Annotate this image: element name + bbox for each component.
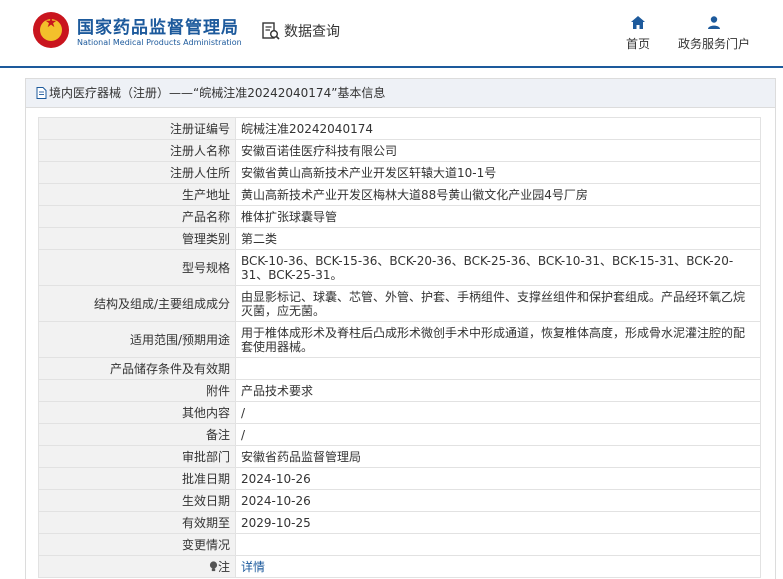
field-value: 产品技术要求 [235,379,761,402]
field-value: 皖械注准20242040174 [235,117,761,140]
field-value: 椎体扩张球囊导管 [235,205,761,228]
star-icon: ★ [44,15,58,31]
table-row: 型号规格 BCK-10-36、BCK-15-36、BCK-20-36、BCK-2… [38,249,761,286]
field-label: 其他内容 [38,401,236,424]
field-label: 管理类别 [38,227,236,250]
table-row: 生效日期 2024-10-26 [38,489,761,512]
field-label: 变更情况 [38,533,236,556]
nav-home[interactable]: 首页 [618,16,658,52]
header-divider [0,66,783,68]
table-row: 有效期至 2029-10-25 [38,511,761,534]
field-value [235,357,761,380]
table-row: 管理类别 第二类 [38,227,761,250]
table-row: 结构及组成/主要组成成分 由显影标记、球囊、芯管、外管、护套、手柄组件、支撑丝组… [38,285,761,322]
field-value: / [235,401,761,424]
field-value: 安徽百诺佳医疗科技有限公司 [235,139,761,162]
detail-panel: 境内医疗器械（注册）——“皖械注准20242040174”基本信息 注册证编号 … [25,78,776,579]
note-label-cell: 注 [38,555,236,578]
table-row: 附件 产品技术要求 [38,379,761,402]
org-name-en: National Medical Products Administration [77,38,242,47]
field-value [235,533,761,556]
site-header: ★ 国家药品监督管理局 National Medical Products Ad… [0,0,783,66]
table-row: 注册人名称 安徽百诺佳医疗科技有限公司 [38,139,761,162]
table-row: 产品名称 椎体扩张球囊导管 [38,205,761,228]
nav-gov-services-label: 政务服务门户 [677,37,750,51]
field-value: / [235,423,761,446]
home-icon [631,16,645,29]
table-row: 注册证编号 皖械注准20242040174 [38,117,761,140]
field-value: 2029-10-25 [235,511,761,534]
field-label: 生产地址 [38,183,236,206]
table-row: 备注 / [38,423,761,446]
field-label: 注册人住所 [38,161,236,184]
field-label: 产品名称 [38,205,236,228]
field-label: 生效日期 [38,489,236,512]
section-title: 数据查询 [284,24,340,40]
field-value: 安徽省药品监督管理局 [235,445,761,468]
field-value: 由显影标记、球囊、芯管、外管、护套、手柄组件、支撑丝组件和保护套组成。产品经环氧… [235,285,761,322]
table-row: 适用范围/预期用途 用于椎体成形术及脊柱后凸成形术微创手术中形成通道，恢复椎体高… [38,321,761,358]
table-row: 注 详情 [38,555,761,578]
table-row: 批准日期 2024-10-26 [38,467,761,490]
field-value: 安徽省黄山高新技术产业开发区轩辕大道10-1号 [235,161,761,184]
org-name-cn[interactable]: 国家药品监督管理局 [77,13,239,38]
table-row: 其他内容 / [38,401,761,424]
field-label: 有效期至 [38,511,236,534]
field-value: 第二类 [235,227,761,250]
table-row: 审批部门 安徽省药品监督管理局 [38,445,761,468]
panel-header: 境内医疗器械（注册）——“皖械注准20242040174”基本信息 [26,79,775,108]
table-row: 产品储存条件及有效期 [38,357,761,380]
field-label: 产品储存条件及有效期 [38,357,236,380]
document-icon [36,87,47,99]
table-row: 注册人住所 安徽省黄山高新技术产业开发区轩辕大道10-1号 [38,161,761,184]
field-label: 型号规格 [38,249,236,286]
breadcrumb: 境内医疗器械（注册）——“皖械注准20242040174”基本信息 [49,86,386,100]
field-label: 注册证编号 [38,117,236,140]
field-value: 2024-10-26 [235,489,761,512]
lightbulb-icon [209,560,218,571]
field-label: 注册人名称 [38,139,236,162]
field-label: 注 [217,559,230,574]
field-label: 适用范围/预期用途 [38,321,236,358]
nav-home-label: 首页 [625,37,650,51]
field-label: 结构及组成/主要组成成分 [38,285,236,322]
field-value: 2024-10-26 [235,467,761,490]
field-value: BCK-10-36、BCK-15-36、BCK-20-36、BCK-25-36、… [235,249,761,286]
field-value: 黄山高新技术产业开发区梅林大道88号黄山徽文化产业园4号厂房 [235,183,761,206]
field-label: 审批部门 [38,445,236,468]
field-value: 用于椎体成形术及脊柱后凸成形术微创手术中形成通道，恢复椎体高度，形成骨水泥灌注腔… [235,321,761,358]
table-row: 生产地址 黄山高新技术产业开发区梅林大道88号黄山徽文化产业园4号厂房 [38,183,761,206]
field-label: 备注 [38,423,236,446]
details-link[interactable]: 详情 [241,560,265,574]
user-icon [708,16,720,29]
detail-table: 注册证编号 皖械注准20242040174 注册人名称 安徽百诺佳医疗科技有限公… [38,117,761,578]
field-label: 批准日期 [38,467,236,490]
data-query-icon [262,22,280,40]
table-row: 变更情况 [38,533,761,556]
nav-gov-services[interactable]: 政务服务门户 [672,16,756,52]
field-label: 附件 [38,379,236,402]
national-emblem-logo[interactable]: ★ [33,12,69,48]
